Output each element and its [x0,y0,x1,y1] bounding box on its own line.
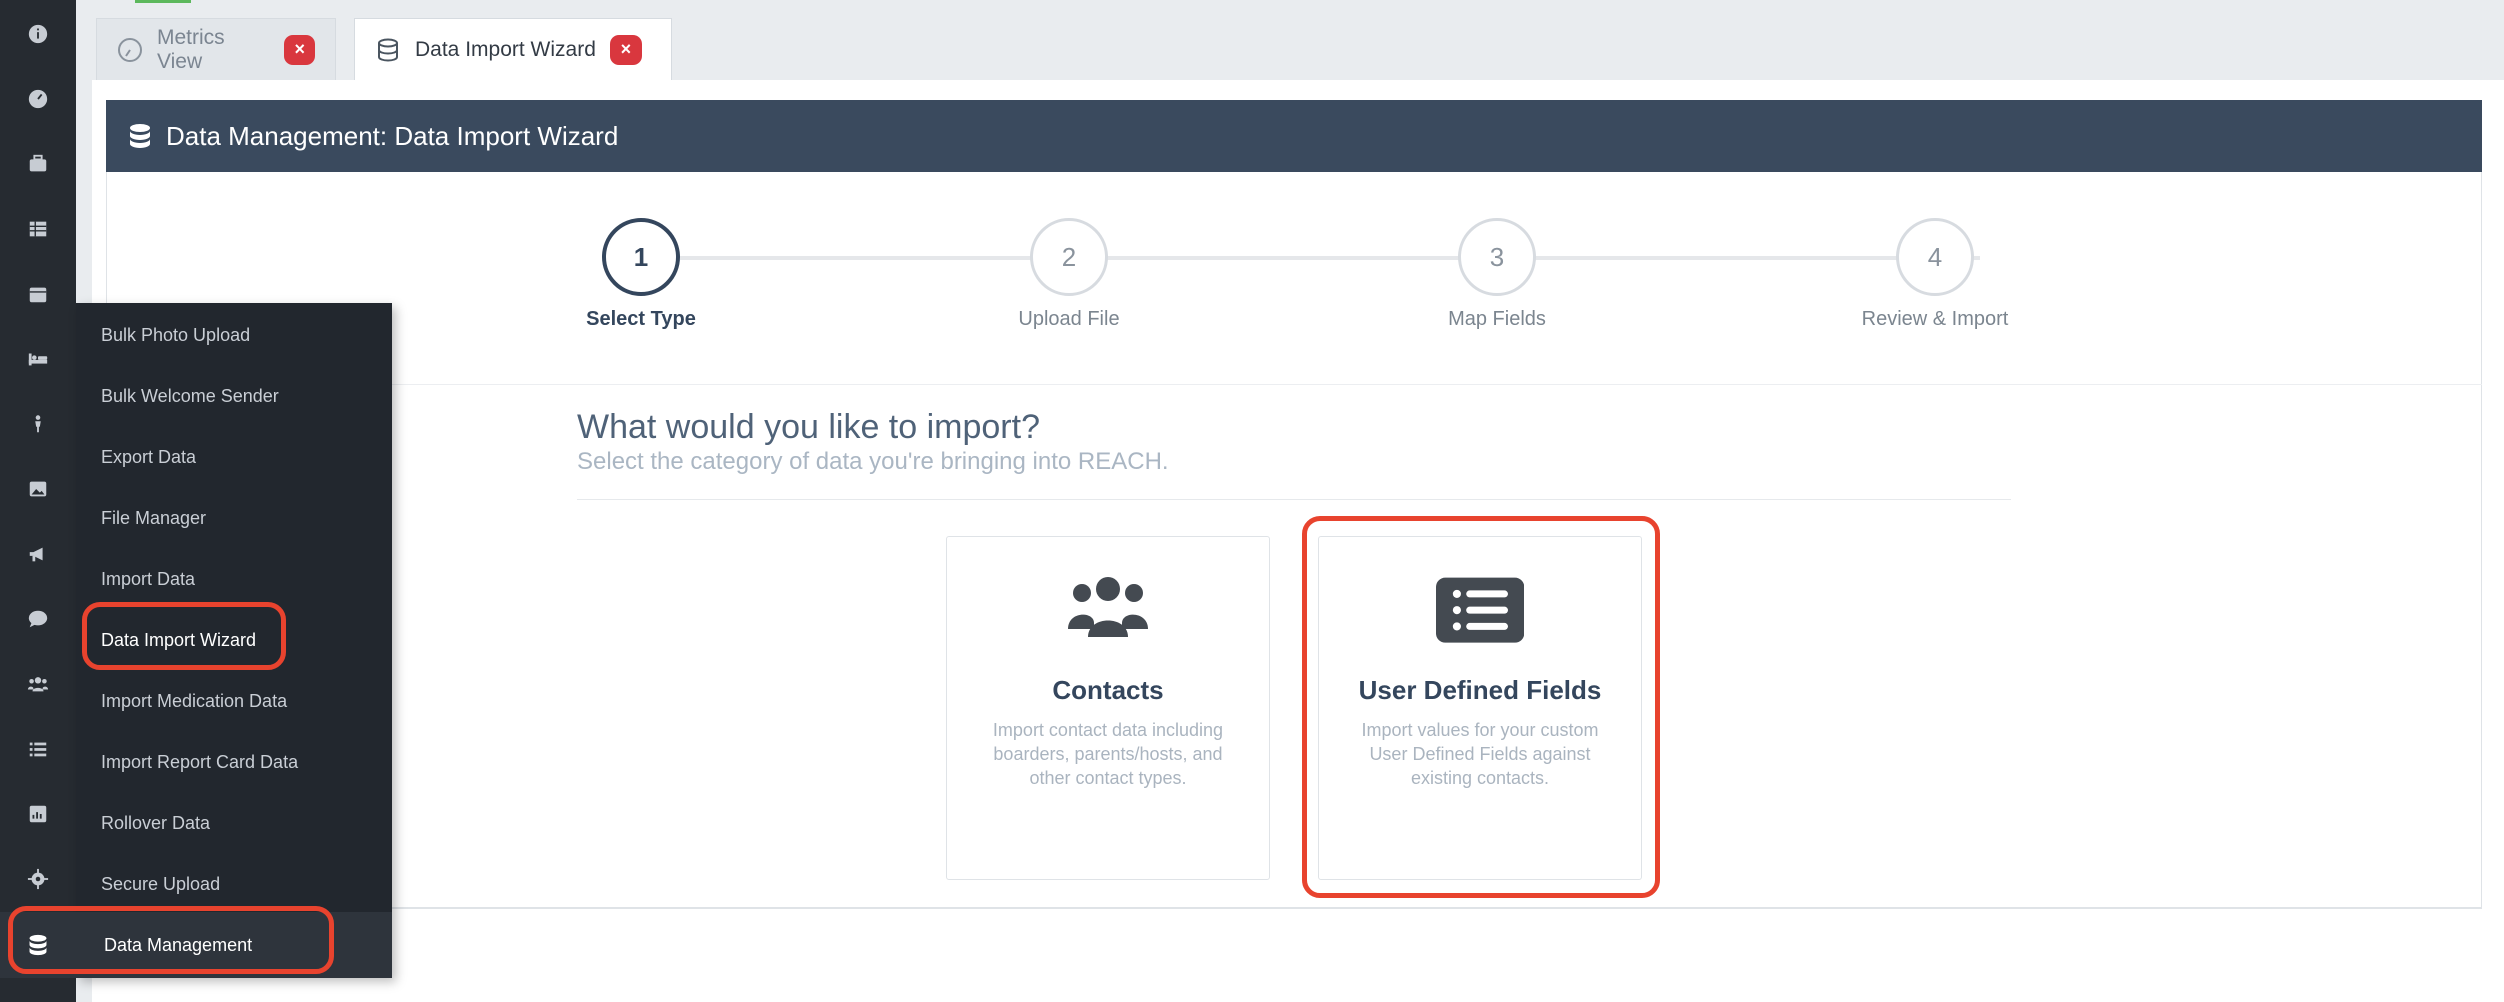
tab-metrics-view[interactable]: Metrics View × [96,18,336,80]
contacts-option-card[interactable]: Contacts Import contact data including b… [946,536,1270,880]
info-icon[interactable] [0,2,76,66]
option-title: Contacts [1052,675,1164,705]
page-header: Data Management: Data Import Wizard [106,100,2482,172]
step-3-circle[interactable]: 3 [1458,218,1536,296]
step-4-label: Review & Import [1861,308,2009,330]
gauge-icon [117,37,143,63]
menu-item-import-report-card-data[interactable]: Import Report Card Data [76,732,392,793]
step-1-label: Select Type [586,308,696,330]
tab-label: Metrics View [157,25,225,73]
menu-item-bulk-welcome-sender[interactable]: Bulk Welcome Sender [76,366,392,427]
step-4-circle[interactable]: 4 [1896,218,1974,296]
list-icon[interactable] [0,717,76,781]
menu-item-import-medication-data[interactable]: Import Medication Data [76,671,392,732]
database-icon [0,934,76,956]
gear-icon[interactable] [0,847,76,911]
step-2-label: Upload File [1018,308,1120,330]
megaphone-icon[interactable] [0,522,76,586]
import-subtitle: Select the category of data you're bring… [577,448,1169,475]
table-icon[interactable] [0,197,76,261]
sidebar-item-data-management[interactable]: Data Management [0,912,392,978]
import-question: What would you like to import? [577,408,1040,446]
tab-data-import-wizard[interactable]: Data Import Wizard × [354,18,672,80]
tab-label: Data Import Wizard [415,37,596,61]
image-icon[interactable] [0,457,76,521]
option-description: Import values for your custom User Defin… [1361,720,1599,788]
sidebar-item-label: Data Management [104,934,253,955]
left-icon-rail [0,0,76,1002]
step-2-circle[interactable]: 2 [1030,218,1108,296]
menu-item-data-import-wizard[interactable]: Data Import Wizard [76,610,392,671]
page-title: Data Management: Data Import Wizard [166,120,619,151]
database-icon [130,124,150,148]
person-icon[interactable] [0,392,76,456]
stepper-track [680,256,1980,260]
users-icon[interactable] [0,652,76,716]
list-icon [1319,573,1641,645]
menu-item-rollover-data[interactable]: Rollover Data [76,793,392,854]
menu-item-export-data[interactable]: Export Data [76,427,392,488]
menu-item-import-data[interactable]: Import Data [76,549,392,610]
briefcase-icon[interactable] [0,132,76,196]
menu-item-bulk-photo-upload[interactable]: Bulk Photo Upload [76,305,392,366]
active-indicator [135,0,191,3]
divider [577,499,2011,500]
menu-item-file-manager[interactable]: File Manager [76,488,392,549]
wizard-card [106,172,2482,908]
close-tab-button[interactable]: × [609,34,642,65]
option-description: Import contact data including boarders, … [992,720,1224,788]
menu-item-secure-upload[interactable]: Secure Upload [76,854,392,915]
dashboard-icon[interactable] [0,67,76,131]
step-1-circle[interactable]: 1 [602,218,680,296]
close-tab-button[interactable]: × [284,34,315,65]
data-management-flyout: Bulk Photo Upload Bulk Welcome Sender Ex… [76,303,392,978]
step-3-label: Map Fields [1448,308,1546,330]
database-icon [375,37,401,63]
users-icon [947,573,1269,645]
calendar-icon[interactable] [0,262,76,326]
user-defined-fields-option-card[interactable]: User Defined Fields Import values for yo… [1318,536,1642,880]
bed-icon[interactable] [0,327,76,391]
chat-icon[interactable] [0,587,76,651]
divider [106,908,2482,909]
report-icon[interactable] [0,782,76,846]
divider [106,384,2482,385]
option-title: User Defined Fields [1358,675,1602,705]
